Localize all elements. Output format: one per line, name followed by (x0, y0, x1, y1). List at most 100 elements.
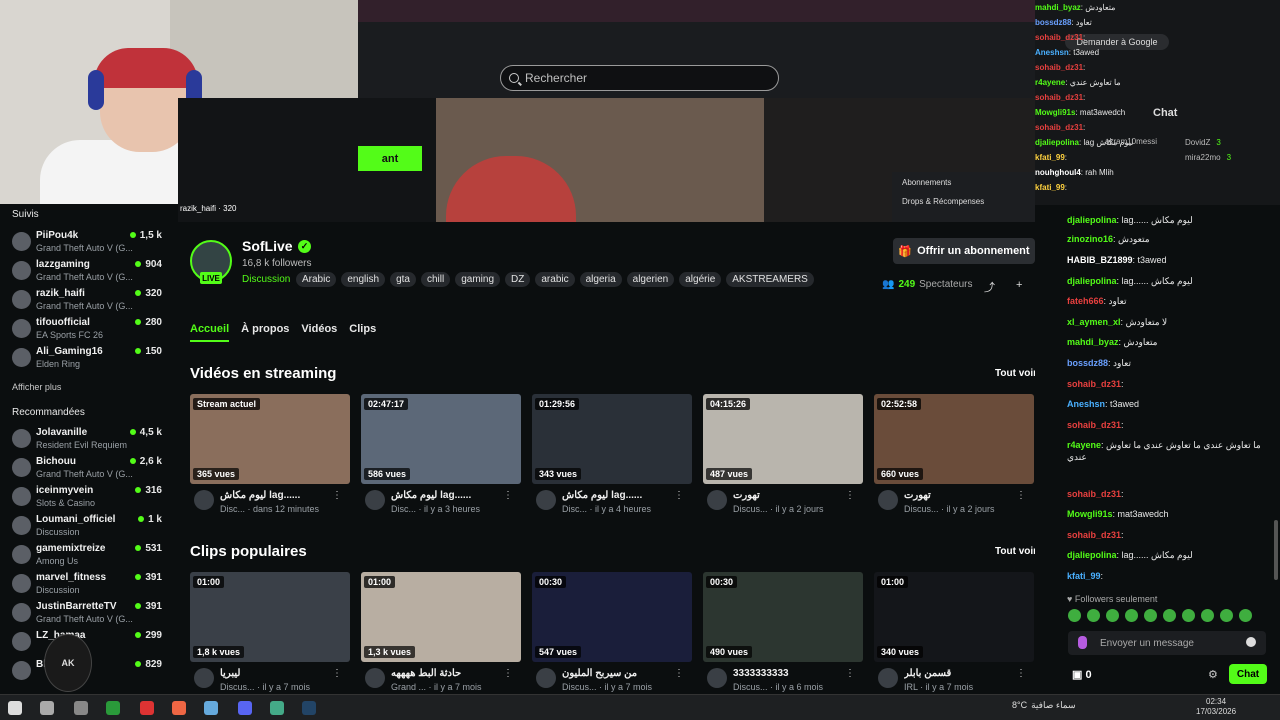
emoji-icon[interactable] (1246, 637, 1256, 647)
tag-chip[interactable]: arabic (535, 272, 575, 287)
tag-chip[interactable]: AKSTREAMERS (726, 272, 814, 287)
add-friend-icon[interactable]: + (1016, 279, 1022, 291)
card-title[interactable]: حادثة البط ههههه (391, 668, 501, 679)
more-options-icon[interactable]: ⋮ (674, 490, 684, 501)
tab-videos[interactable]: Vidéos (301, 323, 337, 342)
chat-username[interactable]: r4ayene (1035, 78, 1065, 87)
video-card[interactable]: 00:30 547 vues من سيربح المليون Discus... ·… (532, 572, 692, 694)
channel-points[interactable]: ▣ 0 (1072, 668, 1092, 681)
search-icon[interactable] (40, 701, 54, 715)
video-card[interactable]: 04:15:26 487 vues تهورت Discus... · il y a … (703, 394, 863, 516)
top-user[interactable]: mira22mo 3 (1185, 152, 1280, 163)
tag-chip[interactable]: algerien (626, 272, 675, 287)
tag-chip[interactable]: gta (390, 272, 416, 287)
chat-username[interactable]: sohaib_dz31 (1035, 93, 1083, 102)
card-title[interactable]: من سيربح المليون (562, 668, 672, 679)
chat-username[interactable]: nouhghoul4 (1035, 168, 1081, 177)
green-button[interactable]: ant (358, 146, 422, 171)
chat-username[interactable]: mahdi_byaz (1067, 337, 1119, 347)
card-title[interactable]: ليبريا (220, 668, 330, 679)
menu-item-drops[interactable]: Drops & Récompenses (892, 191, 1035, 210)
app-icon[interactable] (204, 701, 218, 715)
thumbnail[interactable]: 02:47:17 586 vues (361, 394, 521, 484)
app-icon[interactable] (106, 701, 120, 715)
brave-icon[interactable] (172, 701, 186, 715)
mic-icon[interactable] (1078, 636, 1087, 649)
weather-widget[interactable]: 8°C سماء صافية (1012, 700, 1076, 711)
chat-username[interactable]: Mowgli91s (1035, 108, 1075, 117)
scrollbar[interactable] (1274, 520, 1278, 580)
discord-icon[interactable] (238, 701, 252, 715)
chat-username[interactable]: xl_aymen_xl (1067, 317, 1121, 327)
chat-username[interactable]: Aneshsn (1035, 48, 1069, 57)
card-title[interactable]: تهورت (733, 490, 843, 501)
more-options-icon[interactable]: ⋮ (332, 668, 342, 679)
chat-username[interactable]: kfati_99 (1035, 153, 1065, 162)
more-options-icon[interactable]: ⋮ (674, 668, 684, 679)
tab-home[interactable]: Accueil (190, 323, 230, 342)
tag-chip[interactable]: english (341, 272, 386, 287)
chat-username[interactable]: Aneshsn (1067, 399, 1105, 409)
stream-preview[interactable]: ant Abonnements Drops & Récompenses razi… (178, 98, 1035, 222)
menu-item-subscriptions[interactable]: Abonnements (892, 172, 1035, 191)
avatar[interactable] (878, 668, 898, 688)
chat-username[interactable]: djaliepolina (1067, 550, 1117, 560)
emote-icon[interactable] (1106, 609, 1119, 622)
chat-username[interactable]: sohaib_dz31 (1035, 33, 1083, 42)
more-options-icon[interactable]: ⋮ (503, 668, 513, 679)
emote-icon[interactable] (1220, 609, 1233, 622)
tag-chip[interactable]: chill (420, 272, 451, 287)
tag-chip[interactable]: Arabic (296, 272, 337, 287)
tab-about[interactable]: À propos (241, 323, 289, 342)
emote-icon[interactable] (1182, 609, 1195, 622)
more-options-icon[interactable]: ⋮ (503, 490, 513, 501)
share-icon[interactable]: ⤴ (984, 279, 995, 295)
card-title[interactable]: تهورت (904, 490, 1014, 501)
category-link[interactable]: Discussion (242, 274, 290, 285)
card-title[interactable]: ليوم مكاش lag...... (562, 490, 672, 501)
avatar[interactable] (707, 490, 727, 510)
thumbnail[interactable]: 01:00 1,8 k vues (190, 572, 350, 662)
sidebar-channel[interactable]: Loumani_officiel Discussion 1 k (12, 512, 162, 540)
chat-username[interactable]: bossdz88 (1067, 358, 1108, 368)
top-user[interactable]: DovidZ 3 (1185, 137, 1280, 148)
avatar[interactable] (194, 668, 214, 688)
taskview-icon[interactable] (74, 701, 88, 715)
sidebar-channel[interactable]: Ali_Gaming16 Elden Ring 150 (12, 344, 162, 372)
chrome-icon[interactable] (270, 701, 284, 715)
video-card[interactable]: 02:52:58 660 vues تهورت Discus... · il y a … (874, 394, 1034, 516)
emote-icon[interactable] (1144, 609, 1157, 622)
chat-username[interactable]: sohaib_dz31 (1067, 530, 1121, 540)
emote-bar[interactable] (1068, 609, 1252, 622)
subscribe-gift-button[interactable]: 🎁 Offrir un abonnement (893, 238, 1035, 264)
chat-username[interactable]: bossdz88 (1035, 18, 1071, 27)
chat-username[interactable]: sohaib_dz31 (1035, 63, 1083, 72)
chat-username[interactable]: kfati_99 (1067, 571, 1101, 581)
gear-icon[interactable]: ⚙ (1208, 668, 1218, 681)
video-card[interactable]: Stream actuel 365 vues ليوم مكاش lag......… (190, 394, 350, 516)
more-options-icon[interactable]: ⋮ (845, 668, 855, 679)
windows-icon[interactable] (8, 701, 22, 715)
show-more-link[interactable]: Afficher plus (12, 382, 61, 392)
avatar[interactable] (536, 490, 556, 510)
tag-chip[interactable]: algeria (579, 272, 622, 287)
sidebar-channel[interactable]: marvel_fitness Discussion 391 (12, 570, 162, 598)
emote-icon[interactable] (1163, 609, 1176, 622)
thumbnail[interactable]: 01:00 1,3 k vues (361, 572, 521, 662)
chat-username[interactable]: kfati_99 (1035, 183, 1065, 192)
avatar[interactable] (365, 668, 385, 688)
video-card[interactable]: 01:00 340 vues قسمن بابلر IRL · il y a 7 mo… (874, 572, 1034, 694)
emote-icon[interactable] (1068, 609, 1081, 622)
video-card[interactable]: 01:29:56 343 vues ليوم مكاش lag...... Disc.… (532, 394, 692, 516)
avatar[interactable] (194, 490, 214, 510)
tab-clips[interactable]: Clips (349, 323, 376, 342)
steam-icon[interactable] (302, 701, 316, 715)
chat-username[interactable]: sohaib_dz31 (1067, 420, 1121, 430)
chat-username[interactable]: zinozino16 (1067, 234, 1113, 244)
tag-chip[interactable]: algérie (679, 272, 722, 287)
thumbnail[interactable]: 01:29:56 343 vues (532, 394, 692, 484)
chat-username[interactable]: HABIB_BZ1899 (1067, 255, 1133, 265)
thumbnail[interactable]: 02:52:58 660 vues (874, 394, 1034, 484)
send-chat-button[interactable]: Chat (1229, 664, 1267, 684)
thumbnail[interactable]: 00:30 490 vues (703, 572, 863, 662)
